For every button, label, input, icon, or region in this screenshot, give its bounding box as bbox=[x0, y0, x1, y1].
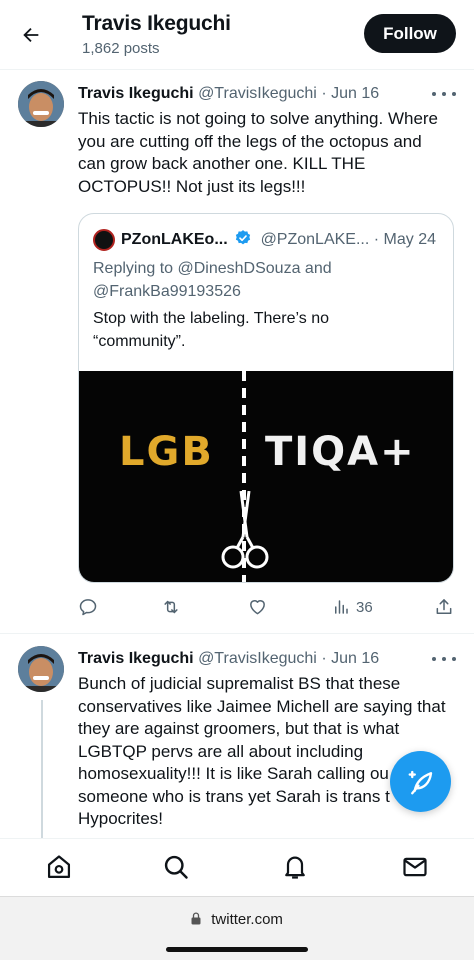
profile-header: Travis Ikeguchi 1,862 posts Follow bbox=[0, 0, 474, 70]
image-text-lgb: LGB bbox=[119, 429, 214, 475]
separator: · bbox=[321, 85, 327, 102]
post-count: 1,862 posts bbox=[82, 40, 160, 57]
bottom-navigation bbox=[0, 838, 474, 896]
retweet-button[interactable] bbox=[160, 594, 182, 620]
tweet-text-line: conservatives like Jaimee Michell are sa… bbox=[78, 696, 446, 716]
separator: · bbox=[373, 231, 380, 248]
replying-prefix: Replying to bbox=[93, 260, 174, 277]
scissors-icon bbox=[221, 491, 269, 569]
quoted-tweet[interactable]: PZonLAKEo... @PZonLAKE... · May 24 Reply… bbox=[78, 213, 454, 583]
share-icon bbox=[436, 599, 452, 614]
nav-messages[interactable] bbox=[400, 852, 430, 882]
avatar[interactable] bbox=[18, 646, 64, 692]
tweet-header: Travis Ikeguchi @TravisIkeguchi · Jun 16 bbox=[78, 650, 379, 668]
envelope-icon bbox=[403, 857, 427, 877]
compose-button[interactable] bbox=[390, 751, 451, 812]
mention-link[interactable]: @FrankBa99193526 bbox=[93, 283, 241, 300]
quoted-text: Stop with the labeling. There’s no “comm… bbox=[93, 307, 433, 353]
quoted-text-line: “community”. bbox=[93, 333, 186, 350]
lock-icon bbox=[191, 912, 201, 925]
mention-link[interactable]: @DineshDSouza bbox=[178, 260, 301, 277]
views-count: 36 bbox=[356, 598, 373, 616]
tweet-header: Travis Ikeguchi @TravisIkeguchi · Jun 16 bbox=[78, 85, 379, 103]
back-button[interactable] bbox=[16, 20, 46, 50]
nav-notifications[interactable] bbox=[280, 852, 310, 882]
image-text-tiqa: TIQA+ bbox=[265, 429, 416, 475]
tweet-text: This tactic is not going to solve anythi… bbox=[78, 108, 458, 198]
avatar-photo bbox=[18, 81, 64, 127]
heart-icon bbox=[250, 600, 265, 615]
replying-to: Replying to @DineshDSouza and @FrankBa99… bbox=[93, 257, 433, 303]
quoted-text-line: Stop with the labeling. There’s no bbox=[93, 310, 330, 327]
search-icon bbox=[164, 855, 188, 879]
follow-button[interactable]: Follow bbox=[364, 14, 456, 53]
home-icon bbox=[47, 855, 71, 879]
retweet-icon bbox=[164, 600, 178, 614]
compose-feather-icon bbox=[408, 770, 432, 794]
tweet-divider bbox=[0, 633, 474, 634]
tweet-text-line: they are against groomers, but that is w… bbox=[78, 719, 400, 738]
more-icon[interactable] bbox=[432, 89, 456, 99]
like-button[interactable] bbox=[247, 594, 268, 620]
browser-address-bar: twitter.com bbox=[0, 896, 474, 960]
url-text: twitter.com bbox=[211, 911, 283, 928]
avatar-photo bbox=[18, 646, 64, 692]
more-icon[interactable] bbox=[432, 654, 456, 664]
tweet-text-line: This tactic is not going to solve anythi… bbox=[78, 109, 439, 128]
quoted-image[interactable]: LGB TIQA+ bbox=[79, 371, 453, 582]
share-button[interactable] bbox=[434, 594, 454, 620]
tweet-actions: 36 bbox=[78, 594, 456, 620]
author-name[interactable]: Travis Ikeguchi bbox=[78, 650, 194, 667]
tweet-text-line: can grow back another one. KILL THE bbox=[78, 154, 366, 173]
nav-search[interactable] bbox=[161, 852, 191, 882]
bell-icon bbox=[285, 856, 305, 879]
views-button[interactable]: 36 bbox=[332, 594, 373, 620]
tweet-text-line: Hypocrites! bbox=[78, 809, 164, 828]
views-icon bbox=[335, 600, 348, 614]
tweet-text-line: you are cutting off the legs of the octo… bbox=[78, 131, 422, 151]
arrow-left-icon bbox=[23, 27, 39, 43]
nav-home[interactable] bbox=[44, 852, 74, 882]
author-handle[interactable]: @TravisIkeguchi bbox=[198, 85, 317, 102]
quoted-author-name[interactable]: PZonLAKEo... bbox=[121, 231, 228, 248]
reply-icon bbox=[79, 599, 97, 616]
tweet-date[interactable]: Jun 16 bbox=[331, 85, 379, 102]
url-display[interactable]: twitter.com bbox=[0, 911, 474, 928]
thread-line bbox=[41, 700, 43, 840]
verified-badge-icon bbox=[235, 230, 251, 245]
quoted-avatar[interactable] bbox=[93, 229, 115, 251]
tweet-text-line: Bunch of judicial supremalist BS that th… bbox=[78, 674, 401, 693]
replying-and: and bbox=[304, 260, 332, 277]
quoted-date[interactable]: May 24 bbox=[384, 231, 436, 248]
quoted-author-handle[interactable]: @PZonLAKE... bbox=[261, 231, 370, 248]
quoted-header: PZonLAKEo... @PZonLAKE... · May 24 bbox=[121, 229, 436, 249]
home-indicator bbox=[166, 947, 308, 952]
reply-button[interactable] bbox=[78, 594, 98, 620]
avatar[interactable] bbox=[18, 81, 64, 127]
tweet-date[interactable]: Jun 16 bbox=[331, 650, 379, 667]
separator: · bbox=[321, 650, 327, 667]
tweet-text-line: OCTOPUS!! Not just its legs!!! bbox=[78, 176, 306, 196]
author-name[interactable]: Travis Ikeguchi bbox=[78, 85, 194, 102]
author-handle[interactable]: @TravisIkeguchi bbox=[198, 650, 317, 667]
profile-name: Travis Ikeguchi bbox=[82, 12, 231, 35]
